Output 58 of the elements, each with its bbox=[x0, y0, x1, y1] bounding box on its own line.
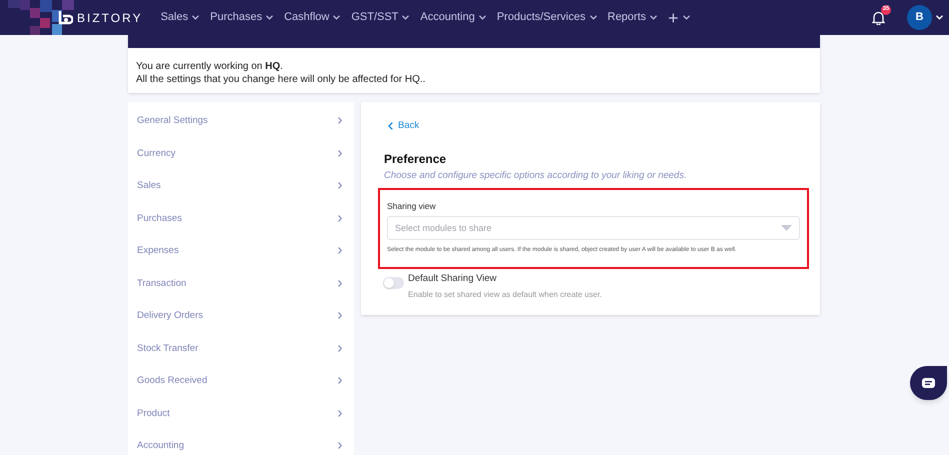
bell-icon[interactable] bbox=[872, 10, 885, 24]
toggle-switch[interactable] bbox=[383, 277, 404, 290]
chevron-right-icon bbox=[338, 182, 342, 189]
logo-icon bbox=[57, 10, 73, 26]
nav-menu-item[interactable]: Sales bbox=[160, 9, 200, 26]
module-select[interactable]: Select modules to share bbox=[387, 216, 800, 240]
chevron-left-icon bbox=[388, 122, 393, 130]
toggle-description: Enable to set shared view as default when create user. bbox=[408, 288, 602, 300]
caret-icon bbox=[333, 15, 340, 20]
brand-name: BIZTORY bbox=[77, 10, 143, 26]
chevron-right-icon bbox=[338, 442, 342, 449]
sidebar-item[interactable]: Transaction bbox=[128, 276, 354, 309]
sidebar-item[interactable]: Accounting bbox=[128, 439, 354, 455]
chevron-right-icon bbox=[338, 150, 342, 156]
section-title: Preference bbox=[384, 151, 448, 168]
nav-menu-item[interactable]: GST/SST bbox=[351, 9, 410, 26]
nav-menu-item[interactable]: Accounting bbox=[420, 9, 486, 26]
nav-menu-item[interactable]: + bbox=[668, 8, 690, 26]
toggle-label: Default Sharing View bbox=[408, 272, 498, 286]
sidebar-item[interactable]: Product bbox=[128, 406, 354, 439]
nav-menu-item[interactable]: Purchases bbox=[210, 9, 274, 26]
back-link[interactable]: Back bbox=[388, 119, 420, 134]
chevron-right-icon bbox=[338, 280, 342, 286]
sidebar-item[interactable]: Goods Received bbox=[128, 374, 354, 406]
chevron-right-icon bbox=[338, 377, 342, 384]
chevron-down-icon[interactable] bbox=[936, 15, 943, 20]
sidebar-item[interactable]: Stock Transfer bbox=[128, 342, 354, 374]
caret-icon bbox=[590, 15, 596, 20]
caret-icon bbox=[192, 15, 200, 20]
chevron-right-icon bbox=[338, 247, 342, 254]
chevron-right-icon bbox=[338, 344, 342, 352]
sidebar-item[interactable]: Sales bbox=[128, 179, 354, 212]
chevron-right-icon bbox=[338, 117, 342, 124]
sidebar-item[interactable]: Currency bbox=[128, 146, 354, 179]
caret-icon bbox=[266, 15, 274, 20]
sidebar-item[interactable]: Expenses bbox=[128, 244, 354, 276]
dropdown-arrow-icon bbox=[781, 225, 792, 232]
section-subtitle: Choose and configure specific options according to your liking or needs. bbox=[384, 169, 688, 184]
notice-text: All the settings that you change here will only be affected for HQ.. bbox=[136, 73, 426, 86]
sidebar-item[interactable]: General Settings bbox=[128, 114, 354, 146]
chevron-right-icon bbox=[338, 410, 342, 416]
caret-icon bbox=[682, 15, 690, 20]
caret-icon bbox=[650, 15, 658, 20]
field-label: Sharing view bbox=[387, 200, 437, 212]
chevron-right-icon bbox=[338, 312, 342, 319]
notice-text: You are currently working on HQ. bbox=[136, 60, 284, 73]
nav-menu-item[interactable]: Cashflow bbox=[284, 9, 340, 26]
chat-button[interactable] bbox=[910, 366, 947, 400]
user-avatar[interactable]: B bbox=[907, 5, 932, 30]
caret-icon bbox=[478, 15, 486, 20]
select-placeholder: Select modules to share bbox=[395, 222, 492, 234]
caret-icon bbox=[402, 15, 410, 20]
sidebar-item[interactable]: Delivery Orders bbox=[128, 309, 354, 342]
sidebar-item[interactable]: Purchases bbox=[128, 212, 354, 244]
chat-icon bbox=[922, 378, 935, 388]
chevron-right-icon bbox=[338, 214, 342, 222]
nav-menu-item[interactable]: Reports bbox=[608, 9, 658, 26]
nav-menu-item[interactable]: Products/Services bbox=[496, 9, 596, 26]
